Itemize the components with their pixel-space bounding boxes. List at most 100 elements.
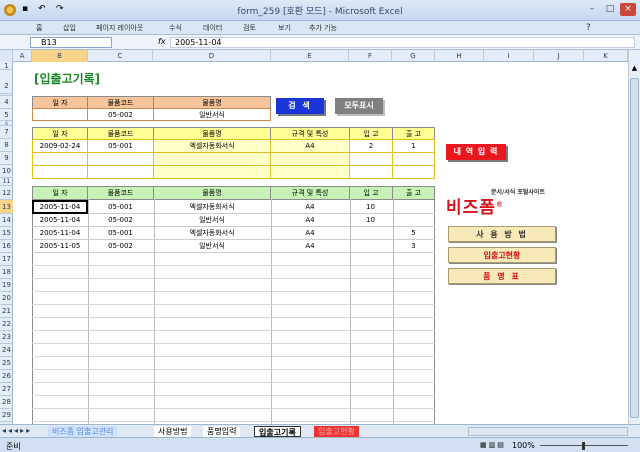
record-cell[interactable]: 2005-11-04 xyxy=(32,214,88,227)
column-header-i[interactable]: I xyxy=(484,50,534,62)
record-cell[interactable]: A4 xyxy=(271,227,349,240)
record-cell[interactable] xyxy=(392,201,435,214)
column-header-k[interactable]: K xyxy=(584,50,628,62)
help-icon[interactable]: ? xyxy=(586,23,591,33)
record-cell[interactable]: 05-002 xyxy=(88,214,153,227)
row-header[interactable]: 29 xyxy=(0,409,13,422)
row-header[interactable]: 10 xyxy=(0,165,13,178)
tab-insert[interactable]: 삽입 xyxy=(63,23,76,33)
row-header[interactable]: 5 xyxy=(0,109,13,121)
record-cell[interactable]: A4 xyxy=(271,214,349,227)
function-icon[interactable]: fx xyxy=(158,37,166,46)
name-box[interactable]: B13 xyxy=(30,37,112,48)
record-cell[interactable]: 일반서식 xyxy=(153,240,271,253)
entry-empty-cell[interactable] xyxy=(87,165,154,179)
row-header[interactable]: 15 xyxy=(0,227,13,240)
sheet-tab-inout-status[interactable]: 입출고현황 xyxy=(314,426,359,437)
row-header[interactable]: 26 xyxy=(0,370,13,383)
minimize-icon[interactable]: – xyxy=(584,3,600,16)
record-cell[interactable]: 엑셀자동화서식 xyxy=(153,227,271,240)
row-header[interactable]: 27 xyxy=(0,383,13,396)
record-cell[interactable]: 5 xyxy=(392,227,435,240)
maximize-icon[interactable]: □ xyxy=(602,3,618,16)
zoom-slider-handle[interactable] xyxy=(582,442,585,450)
row-header[interactable]: 11 xyxy=(0,178,13,186)
column-header-a[interactable]: A xyxy=(13,50,32,62)
tab-page-layout[interactable]: 페이지 레이아웃 xyxy=(96,23,143,33)
row-header[interactable]: 28 xyxy=(0,396,13,409)
record-cell[interactable]: A4 xyxy=(271,240,349,253)
entry-empty-cell[interactable] xyxy=(349,165,393,179)
entry-empty-cell[interactable] xyxy=(87,152,154,166)
column-header-e[interactable]: E xyxy=(271,50,349,62)
entry-in-input[interactable]: 2 xyxy=(349,139,393,153)
column-header-g[interactable]: G xyxy=(392,50,435,62)
entry-empty-cell[interactable] xyxy=(32,152,88,166)
record-cell[interactable] xyxy=(349,227,392,240)
inout-status-button[interactable]: 입출고현황 xyxy=(448,247,556,263)
scroll-up-icon[interactable]: ▲ xyxy=(630,64,639,73)
column-header-b[interactable]: B xyxy=(32,50,88,62)
formula-input[interactable]: 2005-11-04 xyxy=(170,37,635,48)
usage-button[interactable]: 사 용 방 법 xyxy=(448,226,556,242)
tab-data[interactable]: 데이터 xyxy=(203,23,222,33)
entry-empty-cell[interactable] xyxy=(392,165,435,179)
record-cell[interactable]: 3 xyxy=(392,240,435,253)
record-cell[interactable]: 10 xyxy=(349,201,392,214)
item-list-button[interactable]: 품 명 표 xyxy=(448,268,556,284)
sheet-tab-bizform[interactable]: 비즈폼 입출고관리 xyxy=(48,426,118,437)
column-header-h[interactable]: H xyxy=(435,50,484,62)
select-all-corner[interactable] xyxy=(0,50,13,62)
record-cell[interactable]: A4 xyxy=(271,201,349,214)
record-cell[interactable]: 05-001 xyxy=(88,227,153,240)
tab-view[interactable]: 보기 xyxy=(278,23,291,33)
row-header[interactable]: 17 xyxy=(0,253,13,266)
sheet-tab-item-input[interactable]: 품명입력 xyxy=(203,426,241,437)
search-date-input[interactable] xyxy=(32,108,88,121)
show-all-button[interactable]: 모두표시 xyxy=(335,98,383,114)
tab-formulas[interactable]: 수식 xyxy=(169,23,182,33)
tab-review[interactable]: 검토 xyxy=(243,23,256,33)
row-header[interactable]: 24 xyxy=(0,344,13,357)
row-header[interactable]: 12 xyxy=(0,186,13,200)
entry-date-input[interactable]: 2009-02-24 xyxy=(32,139,88,153)
row-header[interactable]: 7 xyxy=(0,126,13,139)
close-icon[interactable]: × xyxy=(620,3,636,16)
entry-empty-cell[interactable] xyxy=(392,152,435,166)
vertical-scrollbar[interactable]: ▲ xyxy=(628,50,640,424)
row-header[interactable]: 18 xyxy=(0,266,13,279)
search-button[interactable]: 검 색 xyxy=(276,98,324,114)
row-header[interactable]: 23 xyxy=(0,331,13,344)
row-header[interactable]: 14 xyxy=(0,214,13,227)
sheet-tab-inout-record[interactable]: 입출고기록 xyxy=(254,426,301,437)
record-cell[interactable]: 일반서식 xyxy=(153,214,271,227)
record-cell[interactable] xyxy=(349,240,392,253)
entry-empty-cell[interactable] xyxy=(32,165,88,179)
record-cell[interactable]: 05-002 xyxy=(88,240,153,253)
column-header-j[interactable]: J xyxy=(534,50,584,62)
tab-home[interactable]: 홈 xyxy=(36,23,42,33)
record-cell[interactable]: 2005-11-04 xyxy=(32,227,88,240)
row-header[interactable]: 21 xyxy=(0,305,13,318)
search-code-input[interactable]: 05-002 xyxy=(87,108,154,121)
row-header[interactable]: 22 xyxy=(0,318,13,331)
column-header-f[interactable]: F xyxy=(349,50,392,62)
sheet-tab-usage[interactable]: 사용방법 xyxy=(154,426,192,437)
entry-code-input[interactable]: 05-001 xyxy=(87,139,154,153)
record-cell[interactable]: 엑셀자동화서식 xyxy=(153,201,271,214)
input-record-button[interactable]: 내 역 입 력 xyxy=(446,144,506,160)
record-cell-date-selected[interactable]: 2005-11-04 xyxy=(32,200,88,214)
horizontal-scrollbar[interactable] xyxy=(468,427,628,436)
entry-out-input[interactable]: 1 xyxy=(392,139,435,153)
record-cell[interactable]: 10 xyxy=(349,214,392,227)
scroll-thumb[interactable] xyxy=(630,78,639,418)
zoom-level[interactable]: 100% xyxy=(512,441,535,450)
row-header[interactable]: 19 xyxy=(0,279,13,292)
tab-addins[interactable]: 추가 기능 xyxy=(309,23,337,33)
column-header-d[interactable]: D xyxy=(153,50,271,62)
row-header[interactable]: 2 xyxy=(0,70,13,94)
row-header[interactable]: 8 xyxy=(0,139,13,152)
record-cell[interactable]: 05-001 xyxy=(88,201,153,214)
search-name-input[interactable]: 일반서식 xyxy=(153,108,271,121)
record-cell[interactable] xyxy=(392,214,435,227)
